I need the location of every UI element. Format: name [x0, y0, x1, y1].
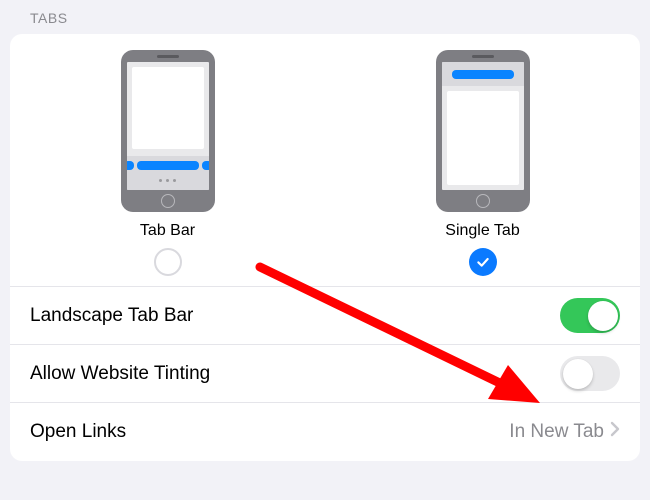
tab-style-label: Single Tab [445, 222, 519, 240]
switch-allow-website-tinting[interactable] [560, 356, 620, 391]
settings-card: Tab Bar Single Tab Landsc [10, 34, 640, 461]
switch-landscape-tab-bar[interactable] [560, 298, 620, 333]
phone-illustration-tab-bar-icon [121, 50, 215, 212]
switch-knob-icon [588, 301, 618, 331]
tab-style-label: Tab Bar [140, 222, 195, 240]
row-open-links[interactable]: Open Links In New Tab [10, 403, 640, 461]
radio-selected-icon[interactable] [469, 248, 497, 276]
chevron-right-icon [610, 421, 620, 443]
radio-unselected-icon[interactable] [154, 248, 182, 276]
tab-style-selector: Tab Bar Single Tab [10, 34, 640, 287]
row-allow-website-tinting: Allow Website Tinting [10, 345, 640, 403]
row-value-container: In New Tab [509, 421, 620, 443]
row-label: Allow Website Tinting [30, 363, 210, 385]
row-landscape-tab-bar: Landscape Tab Bar [10, 287, 640, 345]
tab-style-option-tab-bar[interactable]: Tab Bar [78, 50, 258, 276]
switch-knob-icon [563, 359, 593, 389]
row-label: Open Links [30, 421, 126, 443]
row-label: Landscape Tab Bar [30, 305, 193, 327]
section-header-tabs: TABS [10, 0, 640, 34]
tab-style-option-single-tab[interactable]: Single Tab [393, 50, 573, 276]
row-value-text: In New Tab [509, 421, 604, 443]
phone-illustration-single-tab-icon [436, 50, 530, 212]
